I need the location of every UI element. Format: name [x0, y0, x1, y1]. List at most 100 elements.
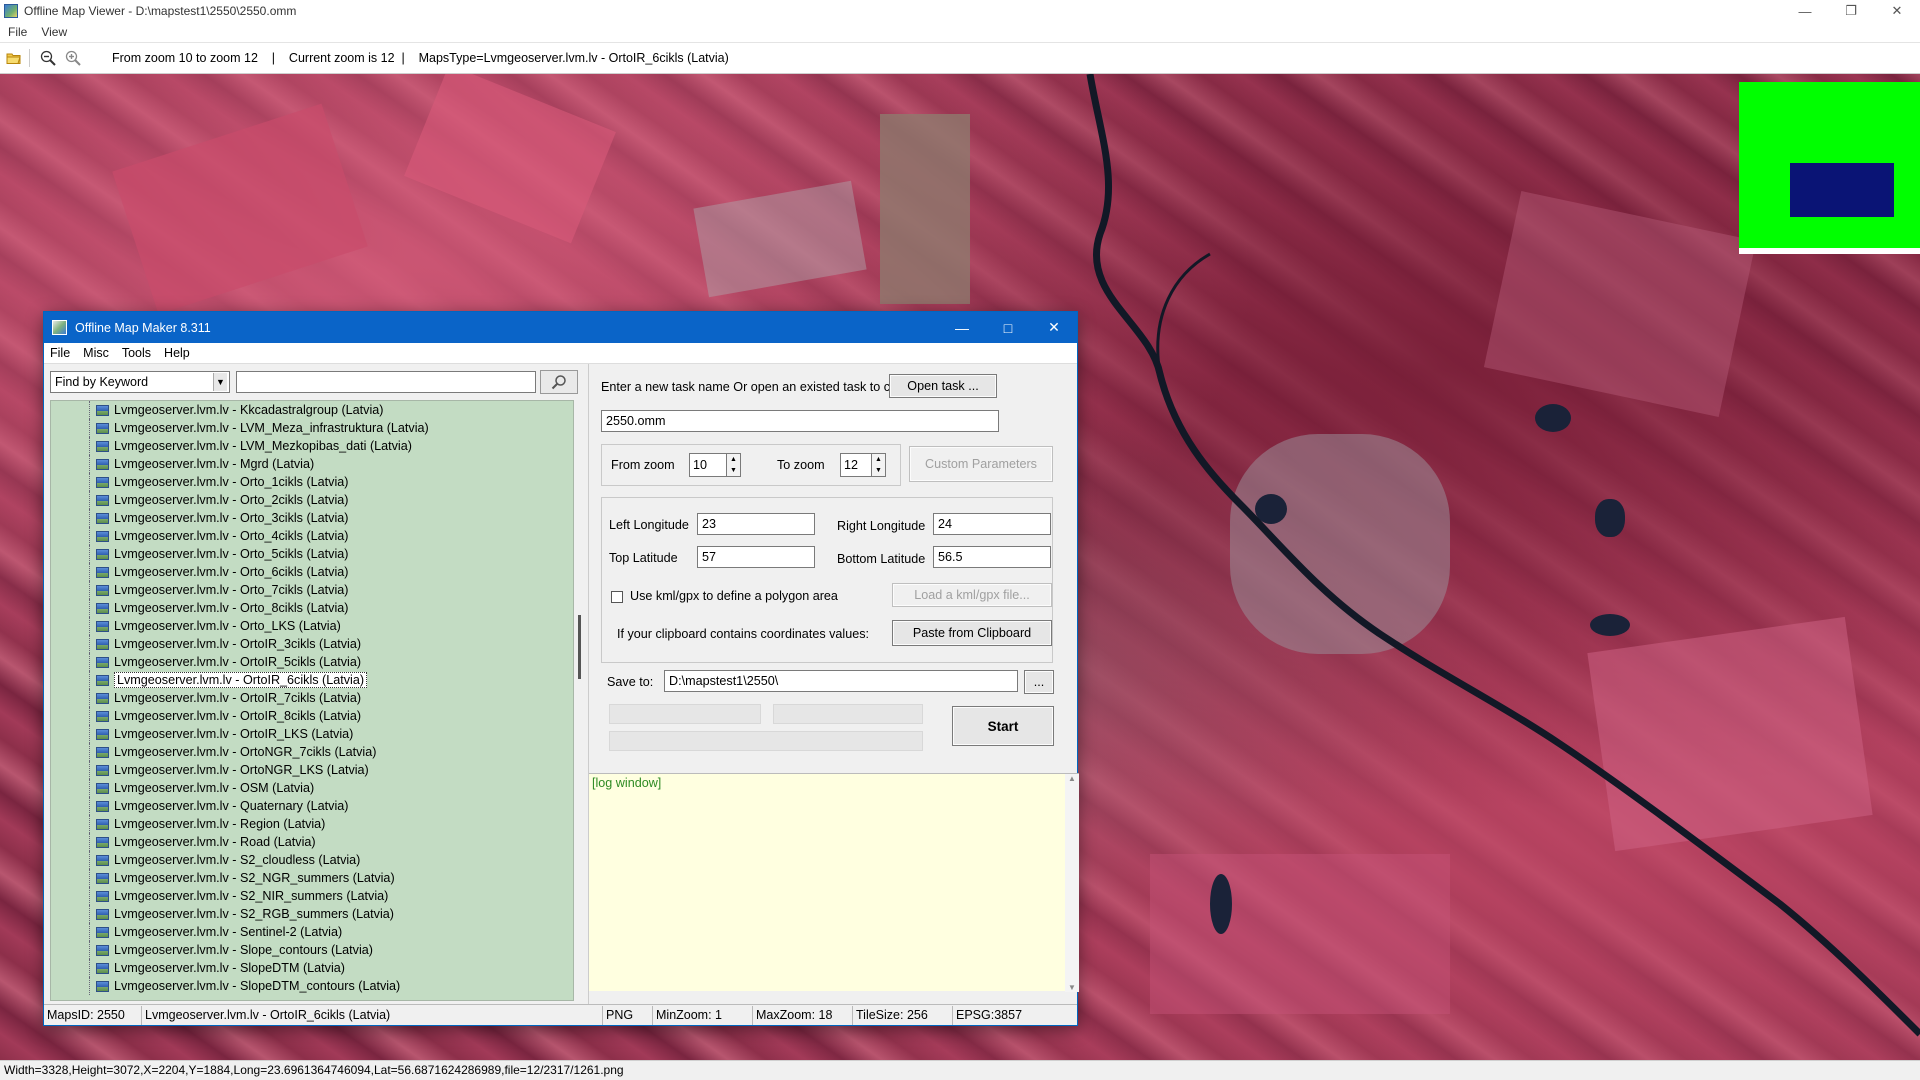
map-type-list[interactable]: Lvmgeoserver.lvm.lv - Kkcadastralgroup (… — [50, 400, 574, 1001]
map-list-item[interactable]: Lvmgeoserver.lvm.lv - LVM_Mezkopibas_dat… — [51, 437, 573, 455]
chevron-up-icon[interactable]: ▲ — [872, 454, 885, 465]
menu-help[interactable]: Help — [164, 346, 190, 360]
to-zoom-value[interactable]: 12 — [840, 453, 872, 477]
omm-menubar: File Misc Tools Help — [44, 343, 1077, 364]
task-prompt: Enter a new task name Or open an existed… — [601, 380, 935, 394]
map-list-item[interactable]: Lvmgeoserver.lvm.lv - OrtoNGR_7cikls (La… — [51, 743, 573, 761]
left-longitude-label: Left Longitude — [609, 518, 689, 532]
from-zoom-value[interactable]: 10 — [689, 453, 727, 477]
chevron-up-icon[interactable]: ▲ — [1065, 774, 1079, 783]
map-list-item[interactable]: Lvmgeoserver.lvm.lv - SlopeDTM (Latvia) — [51, 959, 573, 977]
map-list-item[interactable]: Lvmgeoserver.lvm.lv - OrtoIR_LKS (Latvia… — [51, 725, 573, 743]
map-list-item[interactable]: Lvmgeoserver.lvm.lv - S2_NIR_summers (La… — [51, 887, 573, 905]
zoom-out-icon[interactable] — [37, 47, 59, 69]
map-list-item[interactable]: Lvmgeoserver.lvm.lv - Orto_2cikls (Latvi… — [51, 491, 573, 509]
log-window[interactable]: [log window] ▲ ▼ — [589, 773, 1079, 992]
save-path-input[interactable]: D:\mapstest1\2550\ — [664, 670, 1018, 692]
map-list-item[interactable]: Lvmgeoserver.lvm.lv - Sentinel-2 (Latvia… — [51, 923, 573, 941]
load-kml-button[interactable]: Load a kml/gpx file... — [892, 583, 1052, 607]
map-list-item[interactable]: Lvmgeoserver.lvm.lv - OrtoIR_5cikls (Lat… — [51, 653, 573, 671]
kml-polygon-label: Use kml/gpx to define a polygon area — [630, 589, 838, 603]
menu-view[interactable]: View — [41, 25, 67, 39]
menu-misc[interactable]: Misc — [83, 346, 109, 360]
map-layer-icon — [96, 656, 109, 668]
map-list-item[interactable]: Lvmgeoserver.lvm.lv - Orto_3cikls (Latvi… — [51, 509, 573, 527]
map-list-item[interactable]: Lvmgeoserver.lvm.lv - OrtoIR_8cikls (Lat… — [51, 707, 573, 725]
minimize-icon[interactable]: — — [939, 312, 985, 343]
open-folder-icon[interactable] — [3, 47, 25, 69]
menu-file[interactable]: File — [50, 346, 70, 360]
map-list-item[interactable]: Lvmgeoserver.lvm.lv - OrtoIR_7cikls (Lat… — [51, 689, 573, 707]
map-list-item[interactable]: Lvmgeoserver.lvm.lv - OrtoIR_6cikls (Lat… — [51, 671, 573, 689]
map-list-item[interactable]: Lvmgeoserver.lvm.lv - Orto_6cikls (Latvi… — [51, 563, 573, 581]
open-task-button[interactable]: Open task ... — [889, 374, 997, 398]
from-zoom-label: From zoom — [611, 458, 675, 472]
status-format: PNG — [603, 1005, 653, 1025]
search-mode-value: Find by Keyword — [55, 375, 149, 389]
map-list-item[interactable]: Lvmgeoserver.lvm.lv - Kkcadastralgroup (… — [51, 401, 573, 419]
menu-tools[interactable]: Tools — [122, 346, 151, 360]
custom-parameters-button[interactable]: Custom Parameters — [909, 446, 1053, 482]
map-list-item[interactable]: Lvmgeoserver.lvm.lv - LVM_Meza_infrastru… — [51, 419, 573, 437]
search-button[interactable] — [540, 370, 578, 394]
menu-file[interactable]: File — [8, 25, 27, 39]
minimize-icon[interactable]: — — [1782, 0, 1828, 22]
map-list-item[interactable]: Lvmgeoserver.lvm.lv - Orto_LKS (Latvia) — [51, 617, 573, 635]
restore-icon[interactable]: ❐ — [1828, 0, 1874, 22]
list-scrollbar[interactable] — [575, 400, 585, 1001]
status-min-zoom: MinZoom: 1 — [653, 1005, 753, 1025]
map-list-item[interactable]: Lvmgeoserver.lvm.lv - Orto_5cikls (Latvi… — [51, 545, 573, 563]
stepper-arrows[interactable]: ▲ ▼ — [872, 453, 886, 477]
map-list-item[interactable]: Lvmgeoserver.lvm.lv - Region (Latvia) — [51, 815, 573, 833]
start-button[interactable]: Start — [952, 706, 1054, 746]
chevron-up-icon[interactable]: ▲ — [727, 454, 740, 465]
map-list-item[interactable]: Lvmgeoserver.lvm.lv - Orto_8cikls (Latvi… — [51, 599, 573, 617]
map-list-item[interactable]: Lvmgeoserver.lvm.lv - OrtoNGR_LKS (Latvi… — [51, 761, 573, 779]
maximize-icon[interactable]: □ — [985, 312, 1031, 343]
map-list-item[interactable]: Lvmgeoserver.lvm.lv - OSM (Latvia) — [51, 779, 573, 797]
map-list-item[interactable]: Lvmgeoserver.lvm.lv - S2_NGR_summers (La… — [51, 869, 573, 887]
map-layer-icon — [96, 458, 109, 470]
close-icon[interactable]: ✕ — [1874, 0, 1920, 22]
map-list-item[interactable]: Lvmgeoserver.lvm.lv - Slope_contours (La… — [51, 941, 573, 959]
left-longitude-input[interactable]: 23 — [697, 513, 815, 535]
map-list-item[interactable]: Lvmgeoserver.lvm.lv - S2_cloudless (Latv… — [51, 851, 573, 869]
overview-viewport[interactable] — [1790, 163, 1894, 217]
from-zoom-stepper[interactable]: 10 ▲ ▼ — [689, 453, 741, 477]
map-list-item[interactable]: Lvmgeoserver.lvm.lv - Mgrd (Latvia) — [51, 455, 573, 473]
map-list-item[interactable]: Lvmgeoserver.lvm.lv - Road (Latvia) — [51, 833, 573, 851]
map-list-item[interactable]: Lvmgeoserver.lvm.lv - Orto_4cikls (Latvi… — [51, 527, 573, 545]
map-list-item[interactable]: Lvmgeoserver.lvm.lv - OrtoIR_3cikls (Lat… — [51, 635, 573, 653]
map-list-item[interactable]: Lvmgeoserver.lvm.lv - Quaternary (Latvia… — [51, 797, 573, 815]
map-list-item[interactable]: Lvmgeoserver.lvm.lv - SlopeDTM_contours … — [51, 977, 573, 995]
browse-folder-button[interactable]: ... — [1024, 670, 1054, 694]
zoom-in-icon[interactable] — [62, 47, 84, 69]
map-list-item-label: Lvmgeoserver.lvm.lv - OrtoIR_3cikls (Lat… — [114, 637, 362, 651]
top-latitude-input[interactable]: 57 — [697, 546, 815, 568]
kml-polygon-checkbox[interactable] — [611, 591, 623, 603]
close-icon[interactable]: ✕ — [1031, 312, 1077, 343]
map-layer-icon — [96, 872, 109, 884]
search-mode-select[interactable]: Find by Keyword ▼ — [50, 371, 230, 393]
chevron-down-icon[interactable]: ▼ — [213, 373, 227, 391]
map-list-item[interactable]: Lvmgeoserver.lvm.lv - Orto_1cikls (Latvi… — [51, 473, 573, 491]
paste-clipboard-button[interactable]: Paste from Clipboard — [892, 620, 1052, 646]
omm-statusbar: MapsID: 2550 Lvmgeoserver.lvm.lv - OrtoI… — [44, 1004, 1077, 1025]
map-list-item[interactable]: Lvmgeoserver.lvm.lv - S2_RGB_summers (La… — [51, 905, 573, 923]
task-name-input[interactable]: 2550.omm — [601, 410, 999, 432]
chevron-down-icon[interactable]: ▼ — [1065, 983, 1079, 992]
chevron-down-icon[interactable]: ▼ — [727, 465, 740, 476]
scrollbar-thumb[interactable] — [578, 615, 581, 679]
overview-minimap[interactable] — [1739, 82, 1920, 254]
search-input[interactable] — [236, 371, 536, 393]
log-scrollbar[interactable]: ▲ ▼ — [1065, 774, 1079, 992]
omm-titlebar[interactable]: Offline Map Maker 8.311 — □ ✕ — [44, 312, 1077, 343]
chevron-down-icon[interactable]: ▼ — [872, 465, 885, 476]
map-list-item-label: Lvmgeoserver.lvm.lv - Kkcadastralgroup (… — [114, 403, 384, 417]
map-list-item[interactable]: Lvmgeoserver.lvm.lv - Orto_7cikls (Latvi… — [51, 581, 573, 599]
to-zoom-stepper[interactable]: 12 ▲ ▼ — [840, 453, 886, 477]
right-longitude-input[interactable]: 24 — [933, 513, 1051, 535]
stepper-arrows[interactable]: ▲ ▼ — [727, 453, 741, 477]
bottom-latitude-input[interactable]: 56.5 — [933, 546, 1051, 568]
viewer-titlebar: Offline Map Viewer - D:\mapstest1\2550\2… — [0, 0, 1920, 22]
